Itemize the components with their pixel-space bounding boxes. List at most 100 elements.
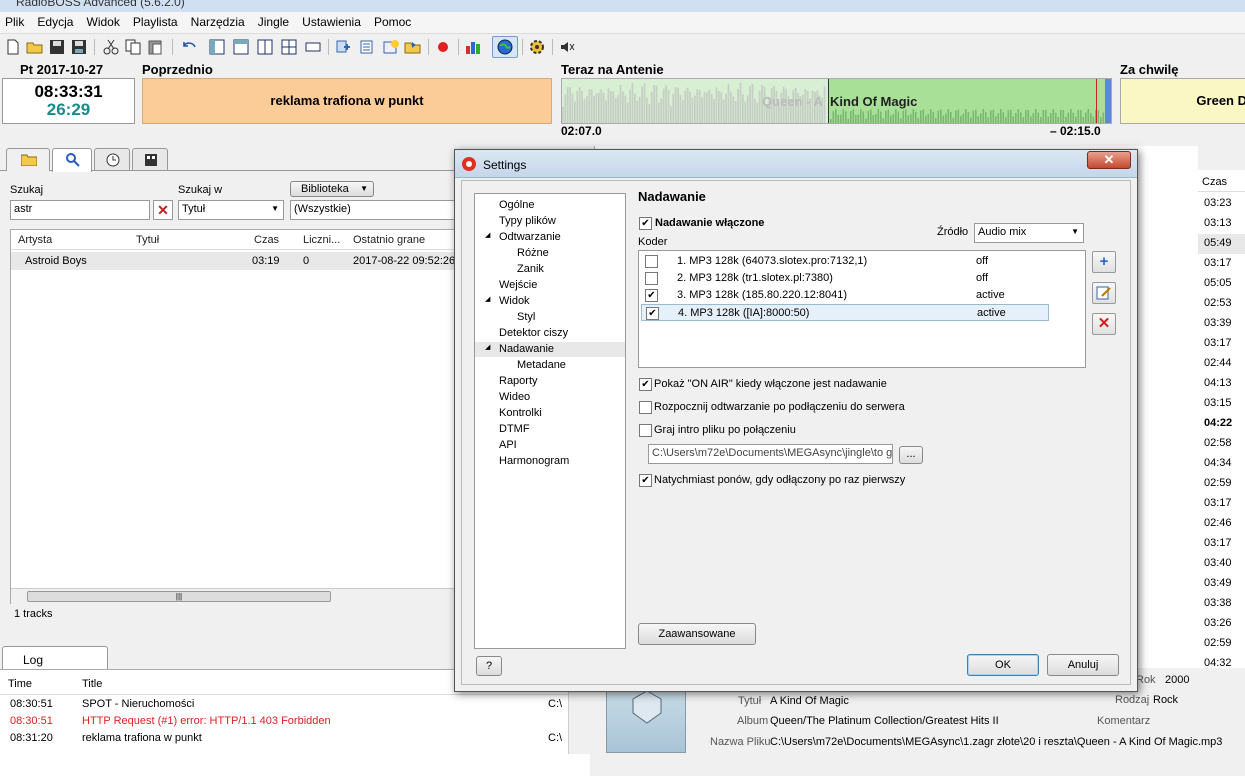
stats-icon[interactable] [464,38,482,56]
playlist-row-time[interactable]: 03:17 [1198,494,1245,514]
library-button[interactable]: Biblioteka ▼ [290,181,374,197]
playlist-row-time[interactable]: 02:59 [1198,474,1245,494]
layout-wide-icon[interactable] [304,38,322,56]
tree-expander-icon[interactable]: ◢ [485,231,490,239]
playlist-row-time[interactable]: 02:59 [1198,634,1245,654]
playlist-row-time[interactable]: 04:34 [1198,454,1245,474]
coder-row[interactable]: ✔ 3. MP3 128k (185.80.220.12:8041) active [641,287,1049,304]
coder-checkbox[interactable]: ✔ [646,307,659,320]
playlist-row-time[interactable]: 02:44 [1198,354,1245,374]
reconnect-checkbox[interactable]: ✔ [639,474,652,487]
playlist-row-time[interactable]: 03:23 [1198,194,1245,214]
playlist-row-time[interactable]: 03:39 [1198,314,1245,334]
advanced-button[interactable]: Zaawansowane [638,623,756,645]
folder-tool-icon[interactable] [404,38,422,56]
playlist-row-time[interactable]: 02:53 [1198,294,1245,314]
cut-icon[interactable] [102,38,120,56]
tab-search[interactable] [52,148,92,172]
coder-row[interactable]: ✔ 4. MP3 128k ([IA]:8000:50) active [641,304,1049,321]
table-row[interactable]: Astroid Boys 03:19 0 2017-08-22 09:52:26 [11,252,455,270]
playlist-tool-icon[interactable] [334,38,352,56]
tree-item-widok[interactable]: ◢ Widok [475,294,625,309]
playlist-row-time[interactable]: 05:05 [1198,274,1245,294]
record-icon[interactable] [434,38,452,56]
tree-item-odtwarzanie[interactable]: ◢ Odtwarzanie [475,230,625,245]
tree-item-raporty[interactable]: Raporty [475,374,625,389]
tree-item-różne[interactable]: Różne [475,246,625,261]
undo-icon[interactable] [180,38,198,56]
playlist-row-time[interactable]: 03:17 [1198,254,1245,274]
cancel-button[interactable]: Anuluj [1047,654,1119,676]
save-icon[interactable] [48,38,66,56]
playlist-row-time[interactable]: 04:22 [1198,414,1245,434]
play-intro-checkbox[interactable] [639,424,652,437]
tab-jingles[interactable] [132,148,168,170]
menu-jingle[interactable]: Jingle [253,12,294,29]
tree-item-wideo[interactable]: Wideo [475,390,625,405]
tree-item-wejście[interactable]: Wejście [475,278,625,293]
tree-item-harmonogram[interactable]: Harmonogram [475,454,625,469]
playlist-row-time[interactable]: 03:26 [1198,614,1245,634]
menu-edycja[interactable]: Edycja [32,12,78,29]
playlist-row-time[interactable]: 03:17 [1198,534,1245,554]
menu-ustawienia[interactable]: Ustawienia [297,12,366,29]
tree-item-api[interactable]: API [475,438,625,453]
tree-item-kontrolki[interactable]: Kontrolki [475,406,625,421]
tree-expander-icon[interactable]: ◢ [485,343,490,351]
menu-pomoc[interactable]: Pomoc [369,12,416,29]
layout-grid-icon[interactable] [280,38,298,56]
playlist-row-time[interactable]: 03:13 [1198,214,1245,234]
show-on-air-checkbox[interactable]: ✔ [639,378,652,391]
tab-folders[interactable] [6,148,50,171]
delete-coder-button[interactable]: ✕ [1092,313,1116,335]
menu-playlista[interactable]: Playlista [128,12,183,29]
coder-checkbox[interactable]: ✔ [645,289,658,302]
column-title[interactable]: Tytuł [136,234,159,246]
ok-button[interactable]: OK [967,654,1039,676]
broadcast-enabled-checkbox[interactable]: ✔ [639,217,652,230]
playlist-column-time[interactable]: Czas [1202,176,1227,188]
coder-checkbox[interactable] [645,255,658,268]
coder-row[interactable]: 1. MP3 128k (64073.slotex.pro:7132,1) off [641,253,1049,270]
playlist-row-time[interactable]: 04:13 [1198,374,1245,394]
tree-item-typy-plików[interactable]: Typy plików [475,214,625,229]
playlist-row-time[interactable]: 05:49 [1198,234,1245,254]
layout-top-icon[interactable] [232,38,250,56]
menu-narzedzia[interactable]: Narzędzia [186,12,250,29]
playlist-row-time[interactable]: 03:40 [1198,554,1245,574]
edit-coder-button[interactable] [1092,282,1116,304]
tree-item-metadane[interactable]: Metadane [475,358,625,373]
tree-item-detektor-ciszy[interactable]: Detektor ciszy [475,326,625,341]
tree-item-styl[interactable]: Styl [475,310,625,325]
search-input[interactable]: astr [10,200,150,220]
schedule-tool-icon[interactable] [382,38,400,56]
column-last-played[interactable]: Ostatnio grane [353,234,425,246]
coder-row[interactable]: 2. MP3 128k (tr1.slotex.pl:7380) off [641,270,1049,287]
new-file-icon[interactable] [4,38,22,56]
browse-button[interactable]: ... [899,446,923,464]
tree-expander-icon[interactable]: ◢ [485,295,490,303]
playlist-row-time[interactable]: 03:17 [1198,334,1245,354]
help-button[interactable]: ? [476,656,502,676]
tree-item-zanik[interactable]: Zanik [475,262,625,277]
broadcast-button[interactable] [492,36,518,58]
save-as-icon[interactable] [70,38,88,56]
coder-checkbox[interactable] [645,272,658,285]
tree-item-dtmf[interactable]: DTMF [475,422,625,437]
menu-plik[interactable]: Plik [0,12,29,29]
settings-gear-icon[interactable] [528,38,546,56]
playlist-generator-icon[interactable] [358,38,376,56]
mute-icon[interactable] [558,38,576,56]
menu-widok[interactable]: Widok [82,12,125,29]
scrollbar-thumb[interactable]: ||| [27,591,331,602]
open-folder-icon[interactable] [26,38,44,56]
tree-item-ogólne[interactable]: Ogólne [475,198,625,213]
tab-history[interactable] [94,148,130,170]
playlist-row-time[interactable]: 03:38 [1198,594,1245,614]
tab-log[interactable]: Log [2,646,108,670]
dialog-title-bar[interactable]: Settings ✕ [455,150,1137,178]
paste-icon[interactable] [146,38,164,56]
playlist-row-time[interactable]: 03:15 [1198,394,1245,414]
column-count[interactable]: Liczni... [303,234,340,246]
column-time[interactable]: Czas [254,234,279,246]
